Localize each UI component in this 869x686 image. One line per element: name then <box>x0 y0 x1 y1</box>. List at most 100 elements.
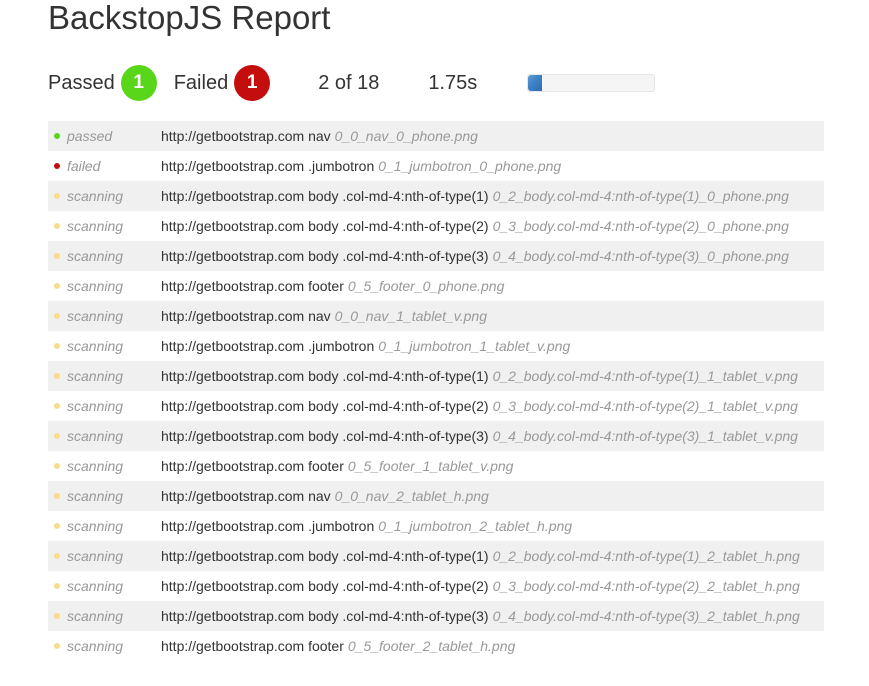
test-filename: 0_0_nav_1_tablet_v.png <box>334 308 487 324</box>
test-row: scanning http://getbootstrap.com footer 0_… <box>48 271 824 301</box>
test-row: passed http://getbootstrap.com nav 0_0_nav… <box>48 121 824 151</box>
status-cell: scanning <box>48 638 161 654</box>
test-description: http://getbootstrap.com body .col-md-4:n… <box>161 578 489 594</box>
status-text: failed <box>67 158 101 174</box>
status-text: scanning <box>67 248 124 264</box>
status-cell: scanning <box>48 548 161 564</box>
test-filename: 0_5_footer_2_tablet_h.png <box>347 638 516 654</box>
status-dot-icon <box>54 463 60 469</box>
status-dot-icon <box>54 613 60 619</box>
summary-bar: Passed 1 Failed 1 2 of 18 1.75s <box>48 65 656 101</box>
status-text: scanning <box>67 518 124 534</box>
status-text: scanning <box>67 338 124 354</box>
status-dot-icon <box>54 253 60 259</box>
test-description: http://getbootstrap.com .jumbotron <box>161 158 375 174</box>
test-row: scanning http://getbootstrap.com body .co… <box>48 181 824 211</box>
test-filename: 0_3_body.col-md-4:nth-of-type(2)_0_phone… <box>492 218 789 234</box>
test-description: http://getbootstrap.com nav <box>161 128 331 144</box>
test-description: http://getbootstrap.com .jumbotron <box>161 338 375 354</box>
status-dot-icon <box>54 583 60 589</box>
test-description: http://getbootstrap.com footer <box>161 458 344 474</box>
test-filename: 0_3_body.col-md-4:nth-of-type(2)_1_table… <box>492 398 798 414</box>
test-row: scanning http://getbootstrap.com body .co… <box>48 421 824 451</box>
status-cell: scanning <box>48 518 161 534</box>
status-dot-icon <box>54 313 60 319</box>
test-row: scanning http://getbootstrap.com footer 0_… <box>48 451 824 481</box>
status-text: scanning <box>67 488 124 504</box>
test-row: scanning http://getbootstrap.com body .co… <box>48 211 824 241</box>
test-description: http://getbootstrap.com .jumbotron <box>161 518 375 534</box>
status-cell: scanning <box>48 398 161 414</box>
status-cell: scanning <box>48 218 161 234</box>
failed-count-badge: 1 <box>234 65 271 101</box>
status-text: scanning <box>67 428 124 444</box>
status-text: scanning <box>67 278 124 294</box>
test-filename: 0_4_body.col-md-4:nth-of-type(3)_0_phone… <box>492 248 789 264</box>
test-filename: 0_0_nav_0_phone.png <box>334 128 478 144</box>
passed-count-badge: 1 <box>120 65 157 101</box>
test-row: scanning http://getbootstrap.com .jumbotr… <box>48 331 824 361</box>
test-description: http://getbootstrap.com body .col-md-4:n… <box>161 188 489 204</box>
status-cell: scanning <box>48 608 161 624</box>
status-dot-icon <box>54 433 60 439</box>
status-text: passed <box>67 128 113 144</box>
status-text: scanning <box>67 578 124 594</box>
test-row: scanning http://getbootstrap.com body .co… <box>48 541 824 571</box>
status-text: scanning <box>67 188 124 204</box>
test-description: http://getbootstrap.com body .col-md-4:n… <box>161 218 489 234</box>
test-list: passed http://getbootstrap.com nav 0_0_nav… <box>48 121 824 661</box>
test-filename: 0_2_body.col-md-4:nth-of-type(1)_1_table… <box>492 368 798 384</box>
test-description: http://getbootstrap.com nav <box>161 488 331 504</box>
test-filename: 0_3_body.col-md-4:nth-of-type(2)_2_table… <box>492 578 800 594</box>
test-row: scanning http://getbootstrap.com nav 0_0_n… <box>48 301 824 331</box>
test-description: http://getbootstrap.com footer <box>161 638 344 654</box>
status-cell: scanning <box>48 368 161 384</box>
status-dot-icon <box>54 133 60 139</box>
failed-label: Failed <box>173 71 229 94</box>
status-text: scanning <box>67 638 124 654</box>
status-text: scanning <box>67 458 124 474</box>
test-filename: 0_2_body.col-md-4:nth-of-type(1)_2_table… <box>492 548 800 564</box>
test-description: http://getbootstrap.com body .col-md-4:n… <box>161 248 489 264</box>
test-description: http://getbootstrap.com body .col-md-4:n… <box>161 368 489 384</box>
passed-label: Passed <box>48 71 115 94</box>
test-row: scanning http://getbootstrap.com body .co… <box>48 391 824 421</box>
status-text: scanning <box>67 398 124 414</box>
status-dot-icon <box>54 193 60 199</box>
page-title: BackstopJS Report <box>48 0 331 36</box>
status-dot-icon <box>54 373 60 379</box>
status-dot-icon <box>54 283 60 289</box>
test-row: scanning http://getbootstrap.com footer 0_… <box>48 631 824 661</box>
test-description: http://getbootstrap.com body .col-md-4:n… <box>161 608 489 624</box>
status-cell: scanning <box>48 488 161 504</box>
progress-count: 2 of 18 <box>318 71 380 94</box>
report-page: BackstopJS Report Passed 1 Failed 1 2 of… <box>0 0 869 686</box>
test-filename: 0_5_footer_1_tablet_v.png <box>347 458 514 474</box>
status-cell: failed <box>48 158 161 174</box>
status-dot-icon <box>54 163 60 169</box>
test-filename: 0_0_nav_2_tablet_h.png <box>334 488 489 504</box>
status-cell: scanning <box>48 428 161 444</box>
status-dot-icon <box>54 523 60 529</box>
status-cell: scanning <box>48 188 161 204</box>
status-dot-icon <box>54 343 60 349</box>
test-description: http://getbootstrap.com body .col-md-4:n… <box>161 398 489 414</box>
status-cell: scanning <box>48 578 161 594</box>
status-cell: passed <box>48 128 161 144</box>
test-row: failed http://getbootstrap.com .jumbotron… <box>48 151 824 181</box>
test-filename: 0_4_body.col-md-4:nth-of-type(3)_2_table… <box>492 608 800 624</box>
status-dot-icon <box>54 403 60 409</box>
status-text: scanning <box>67 368 124 384</box>
test-row: scanning http://getbootstrap.com body .co… <box>48 361 824 391</box>
test-filename: 0_4_body.col-md-4:nth-of-type(3)_1_table… <box>492 428 798 444</box>
status-text: scanning <box>67 608 124 624</box>
test-description: http://getbootstrap.com footer <box>161 278 344 294</box>
status-dot-icon <box>54 553 60 559</box>
test-row: scanning http://getbootstrap.com body .co… <box>48 241 824 271</box>
status-cell: scanning <box>48 248 161 264</box>
progress-bar-fill <box>528 75 543 91</box>
test-filename: 0_1_jumbotron_0_phone.png <box>378 158 562 174</box>
status-dot-icon <box>54 643 60 649</box>
status-cell: scanning <box>48 338 161 354</box>
status-text: scanning <box>67 308 124 324</box>
